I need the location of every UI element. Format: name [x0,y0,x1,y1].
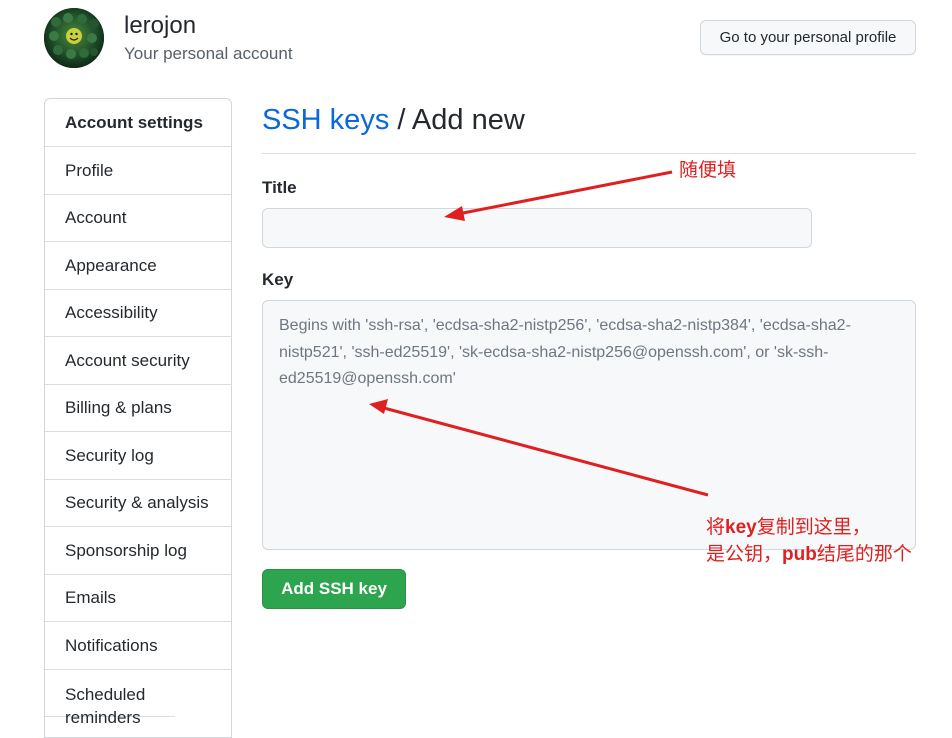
arrow-to-key-line [383,406,709,497]
arrow-to-title-line [457,170,673,216]
annotation-key-note-line1: 将key复制到这里， [706,517,871,538]
arrow-to-key-head [369,399,388,414]
annotation-title-note: 随便填 [679,160,737,181]
arrow-to-title-head [444,206,465,221]
annotation-arrows [369,170,709,497]
annotation-key-note-line2: 是公钥，pub结尾的那个 [706,544,912,565]
